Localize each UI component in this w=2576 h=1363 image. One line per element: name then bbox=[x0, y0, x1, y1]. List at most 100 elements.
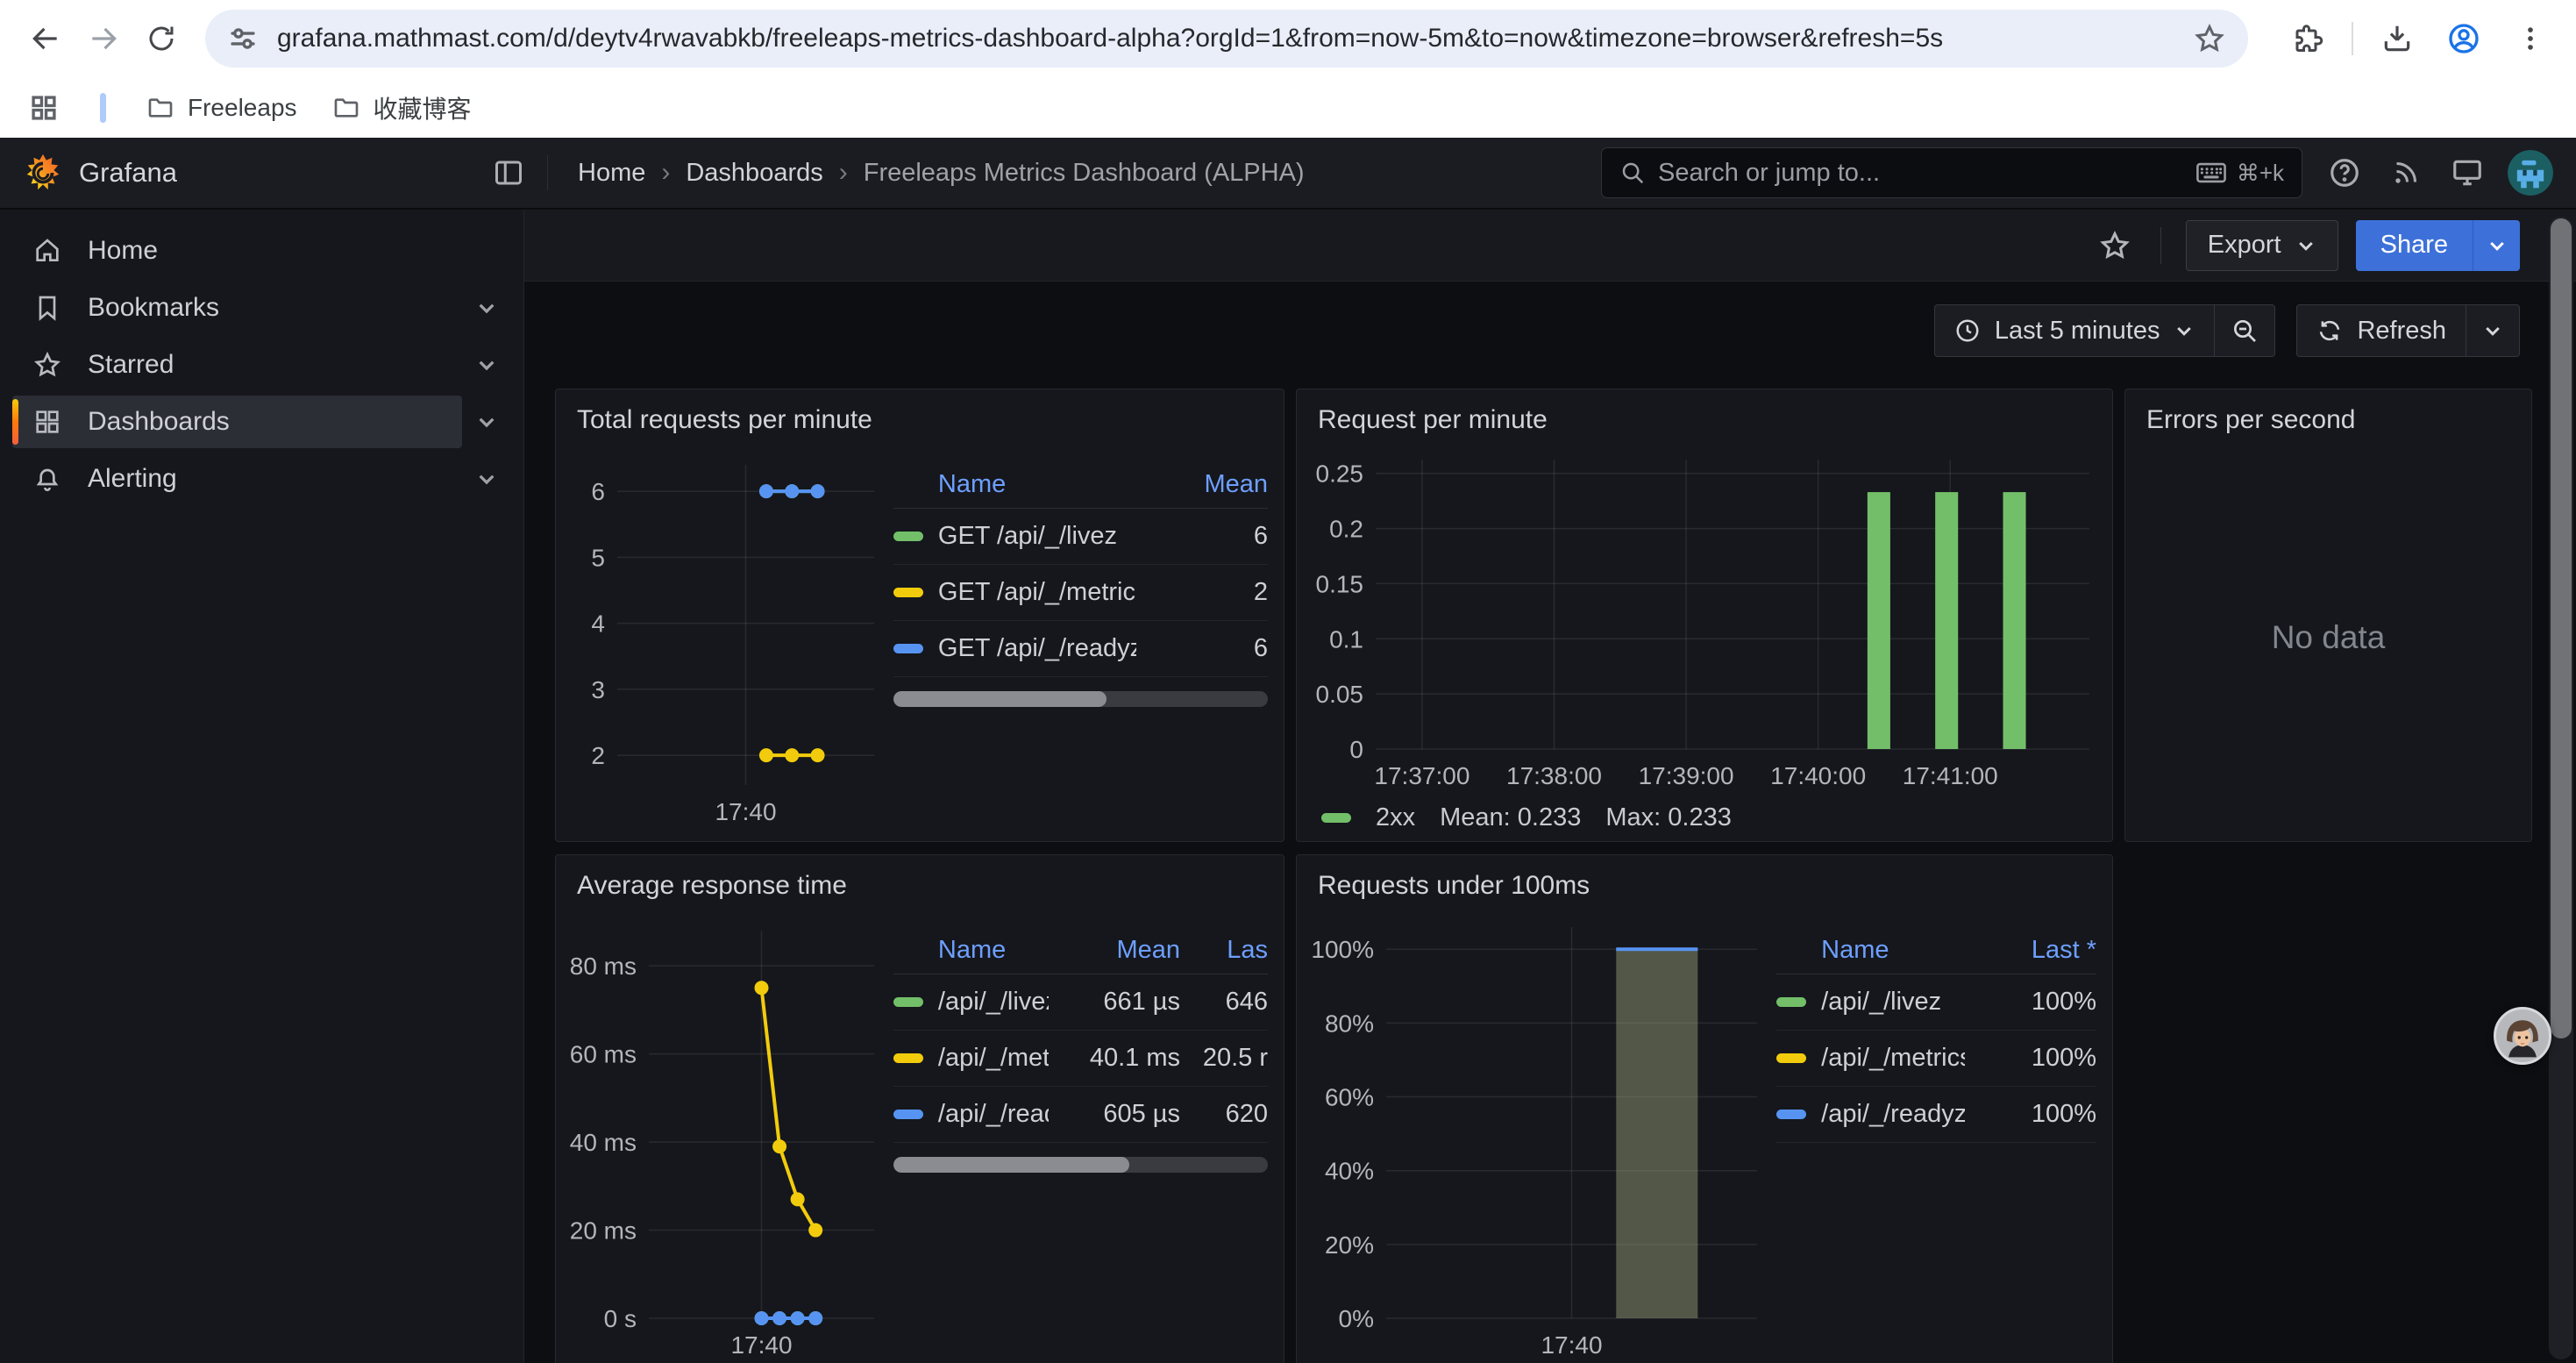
legend-header-row: NameLast * bbox=[1776, 927, 2096, 974]
chart-requests-under-100ms[interactable]: 100%80%60%40%20%0%17:40 bbox=[1309, 908, 1768, 1363]
legend-row[interactable]: GET /api/_/livez6 bbox=[893, 509, 1268, 565]
legend-scrollbar[interactable] bbox=[893, 691, 1268, 707]
legend-series-name[interactable]: /api/_/livez bbox=[1776, 988, 1965, 1017]
svg-text:60 ms: 60 ms bbox=[570, 1041, 637, 1068]
grafana-logo-icon[interactable] bbox=[23, 153, 63, 193]
legend-column-header[interactable]: Mean bbox=[1049, 936, 1180, 965]
series-label[interactable]: 2xx bbox=[1376, 803, 1415, 832]
search-input[interactable]: Search or jump to... ⌘+k bbox=[1601, 147, 2302, 198]
legend-series-name[interactable]: /api/_/readyz bbox=[893, 1100, 1049, 1129]
kiosk-monitor-icon[interactable] bbox=[2448, 153, 2487, 192]
url-text[interactable]: grafana.mathmast.com/d/deytv4rwavabkb/fr… bbox=[277, 24, 2180, 54]
news-rss-icon[interactable] bbox=[2387, 153, 2425, 192]
user-avatar[interactable] bbox=[2508, 150, 2553, 196]
legend-scrollbar-thumb[interactable] bbox=[893, 691, 1107, 707]
forward-icon[interactable] bbox=[81, 16, 126, 61]
legend-column-header[interactable]: Name bbox=[1776, 936, 1965, 965]
browser-menu-icon[interactable] bbox=[2508, 16, 2553, 61]
sidebar-item-starred[interactable]: Starred bbox=[12, 339, 462, 391]
legend-value: 20.5 r bbox=[1180, 1044, 1268, 1073]
chevron-down-icon[interactable] bbox=[462, 454, 511, 503]
help-icon[interactable] bbox=[2325, 153, 2364, 192]
svg-text:0.05: 0.05 bbox=[1316, 681, 1364, 708]
chevron-down-icon bbox=[2295, 235, 2316, 256]
breadcrumb-home[interactable]: Home bbox=[578, 159, 645, 188]
share-button[interactable]: Share bbox=[2356, 220, 2473, 271]
legend-inline[interactable]: 2xxMean: 0.233Max: 0.233 bbox=[1309, 795, 2100, 832]
legend-row[interactable]: /api/_/readyz605 µs620 bbox=[893, 1087, 1268, 1143]
grafana-app: Grafana Home Dashboards Freeleaps Metric… bbox=[0, 138, 2576, 1363]
chart-area[interactable]: 0.250.20.150.10.05017:37:0017:38:0017:39… bbox=[1309, 442, 2100, 795]
chart-area[interactable]: 100%80%60%40%20%0%17:40 bbox=[1309, 908, 1768, 1363]
bookmark-star-icon[interactable] bbox=[2194, 23, 2225, 54]
breadcrumb-dashboards[interactable]: Dashboards bbox=[686, 159, 822, 188]
chevron-down-icon[interactable] bbox=[462, 397, 511, 446]
legend-series-name[interactable]: /api/_/metrics bbox=[1776, 1044, 1965, 1073]
legend-row[interactable]: /api/_/metrics100% bbox=[1776, 1031, 2096, 1087]
sidebar-item-dashboards[interactable]: Dashboards bbox=[12, 396, 462, 448]
legend-row[interactable]: /api/_/metrics40.1 ms20.5 r bbox=[893, 1031, 1268, 1087]
legend-series-name[interactable]: /api/_/readyz bbox=[1776, 1100, 1965, 1129]
panel-body: 100%80%60%40%20%0%17:40NameLast */api/_/… bbox=[1309, 908, 2100, 1363]
legend-row[interactable]: GET /api/_/metrics2 bbox=[893, 565, 1268, 621]
profile-icon[interactable] bbox=[2441, 16, 2487, 61]
header-brand-section: Grafana bbox=[23, 153, 524, 193]
sidebar-item-bookmarks[interactable]: Bookmarks bbox=[12, 282, 462, 334]
sidebar-item-alerting[interactable]: Alerting bbox=[12, 453, 462, 505]
legend-row[interactable]: /api/_/readyz100% bbox=[1776, 1087, 2096, 1143]
refresh-interval-toggle[interactable] bbox=[2466, 304, 2520, 357]
legend-series-name[interactable]: GET /api/_/readyz bbox=[893, 634, 1136, 663]
export-button[interactable]: Export bbox=[2186, 220, 2338, 271]
back-icon[interactable] bbox=[23, 16, 68, 61]
legend-requests-under-100ms: NameLast */api/_/livez100%/api/_/metrics… bbox=[1768, 908, 2100, 1363]
legend-column-header[interactable]: Name bbox=[893, 936, 1049, 965]
url-bar[interactable]: grafana.mathmast.com/d/deytv4rwavabkb/fr… bbox=[205, 10, 2248, 68]
reload-icon[interactable] bbox=[139, 16, 184, 61]
apps-grid-icon[interactable] bbox=[21, 85, 67, 131]
page-scrollbar[interactable] bbox=[2549, 217, 2573, 1359]
legend-row[interactable]: /api/_/livez100% bbox=[1776, 974, 2096, 1031]
zoom-out-time-button[interactable] bbox=[2215, 304, 2275, 357]
bookmark-folder-blogs[interactable]: 收藏博客 bbox=[315, 85, 489, 131]
share-menu-toggle[interactable] bbox=[2473, 220, 2520, 271]
chevron-down-icon[interactable] bbox=[462, 340, 511, 389]
legend-series-name[interactable]: GET /api/_/metrics bbox=[893, 578, 1136, 607]
page-scrollbar-thumb[interactable] bbox=[2551, 218, 2572, 1038]
time-range-picker[interactable]: Last 5 minutes bbox=[1934, 304, 2216, 357]
legend-row[interactable]: GET /api/_/readyz6 bbox=[893, 621, 1268, 677]
sidebar-item-home[interactable]: Home bbox=[12, 225, 511, 277]
legend-row[interactable]: /api/_/livez661 µs646 bbox=[893, 974, 1268, 1031]
legend-column-header[interactable]: Name bbox=[893, 470, 1136, 499]
refresh-button[interactable]: Refresh bbox=[2296, 304, 2466, 357]
legend-column-header[interactable]: Mean bbox=[1136, 470, 1268, 499]
downloads-icon[interactable] bbox=[2374, 16, 2420, 61]
legend-column-header[interactable]: Las bbox=[1180, 936, 1268, 965]
panel-title[interactable]: Average response time bbox=[556, 855, 1284, 904]
chart-total-requests-per-minute[interactable]: 6543217:40 bbox=[568, 442, 885, 832]
legend-value: 2 bbox=[1136, 578, 1268, 607]
legend-series-name[interactable]: /api/_/livez bbox=[893, 988, 1049, 1017]
assistant-avatar-widget[interactable] bbox=[2494, 1007, 2551, 1065]
chart-area[interactable]: 80 ms60 ms40 ms20 ms0 s17:40 bbox=[568, 908, 885, 1363]
legend-scrollbar-thumb[interactable] bbox=[893, 1157, 1129, 1173]
legend-series-name[interactable]: GET /api/_/livez bbox=[893, 522, 1136, 551]
star-dashboard-icon[interactable] bbox=[2094, 225, 2136, 267]
collapse-sidebar-icon[interactable] bbox=[493, 157, 524, 189]
panel-title[interactable]: Request per minute bbox=[1297, 389, 2112, 439]
chart-area[interactable]: 6543217:40 bbox=[568, 442, 885, 832]
series-label: GET /api/_/livez bbox=[938, 522, 1117, 551]
panel-title[interactable]: Errors per second bbox=[2125, 389, 2531, 439]
panel-title[interactable]: Requests under 100ms bbox=[1297, 855, 2112, 904]
bookmark-folder-freeleaps[interactable]: Freeleaps bbox=[129, 85, 315, 131]
legend-series-name[interactable]: /api/_/metrics bbox=[893, 1044, 1049, 1073]
legend-column-header[interactable]: Last * bbox=[1965, 936, 2096, 965]
chevron-down-icon[interactable] bbox=[462, 283, 511, 332]
extensions-icon[interactable] bbox=[2285, 16, 2330, 61]
legend-scrollbar[interactable] bbox=[893, 1157, 1268, 1173]
panel-title[interactable]: Total requests per minute bbox=[556, 389, 1284, 439]
panel-body: 0.250.20.150.10.05017:37:0017:38:0017:39… bbox=[1309, 442, 2100, 832]
svg-text:0: 0 bbox=[1349, 736, 1363, 763]
site-settings-icon[interactable] bbox=[228, 24, 258, 54]
chart-average-response-time[interactable]: 80 ms60 ms40 ms20 ms0 s17:40 bbox=[568, 908, 885, 1363]
chart-request-per-minute[interactable]: 0.250.20.150.10.05017:37:0017:38:0017:39… bbox=[1309, 442, 2100, 795]
